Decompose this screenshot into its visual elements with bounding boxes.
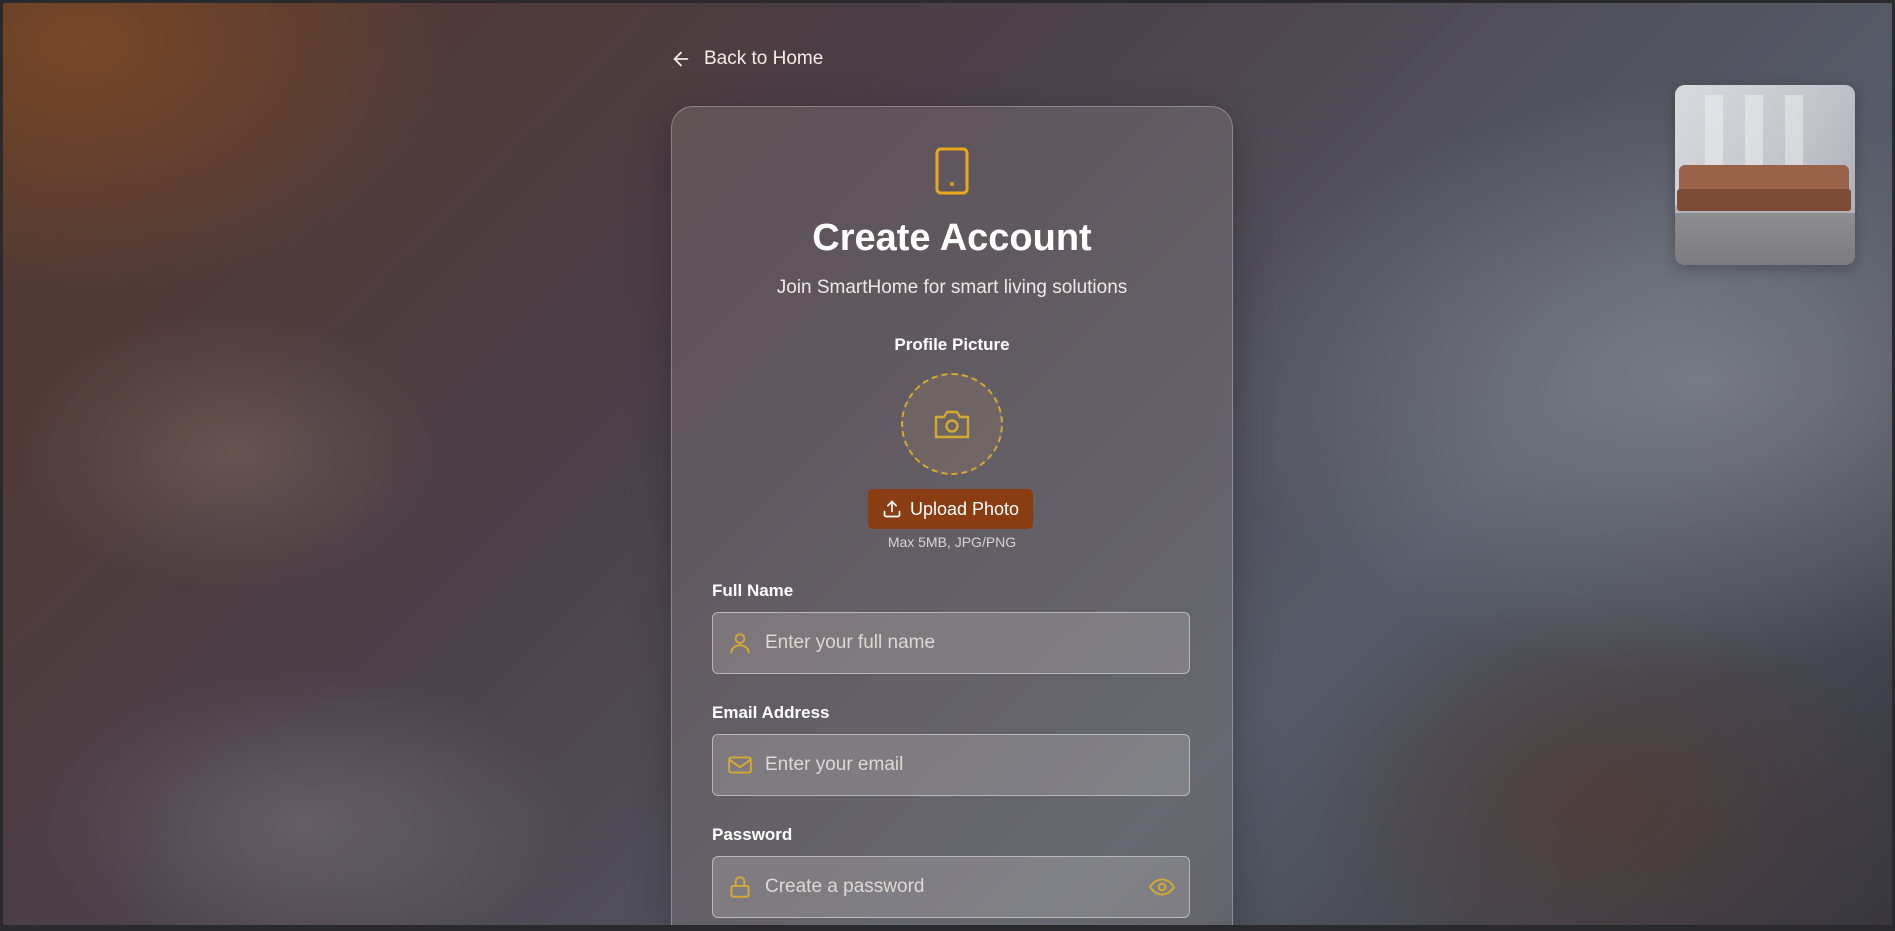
- mail-icon: [728, 756, 752, 774]
- camera-icon: [934, 410, 970, 439]
- profile-picture-placeholder[interactable]: [901, 373, 1003, 475]
- back-link-label: Back to Home: [704, 48, 824, 69]
- back-to-home-link[interactable]: Back to Home: [670, 48, 823, 70]
- password-label: Password: [712, 825, 793, 844]
- lock-icon: [730, 876, 750, 898]
- app-window: Back to Home Create Account Join SmartHo…: [3, 3, 1892, 925]
- full-name-label: Full Name: [712, 581, 794, 600]
- email-input[interactable]: [763, 734, 1189, 796]
- page-title: Create Account: [812, 217, 1092, 259]
- upload-photo-button[interactable]: Upload Photo: [868, 489, 1033, 529]
- smartphone-icon: [935, 147, 969, 195]
- full-name-input[interactable]: [763, 612, 1189, 674]
- upload-hint: Max 5MB, JPG/PNG: [887, 534, 1017, 550]
- page-subtitle: Join SmartHome for smart living solution…: [776, 277, 1128, 298]
- room-preview-image[interactable]: [1675, 85, 1855, 265]
- upload-icon: [883, 500, 901, 518]
- upload-photo-label: Upload Photo: [909, 498, 1020, 519]
- password-field[interactable]: [712, 856, 1190, 918]
- email-label: Email Address: [712, 703, 830, 722]
- full-name-field[interactable]: [712, 612, 1190, 674]
- signup-card: Create Account Join SmartHome for smart …: [671, 106, 1233, 925]
- password-input[interactable]: [763, 856, 1149, 918]
- arrow-left-icon: [673, 51, 689, 67]
- email-field[interactable]: [712, 734, 1190, 796]
- user-icon: [730, 633, 750, 654]
- profile-picture-label: Profile Picture: [894, 335, 1010, 354]
- eye-icon[interactable]: [1149, 874, 1175, 900]
